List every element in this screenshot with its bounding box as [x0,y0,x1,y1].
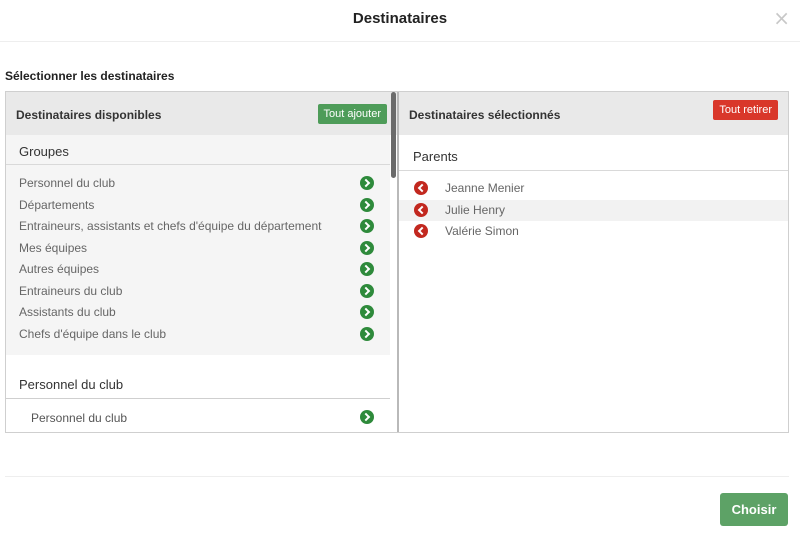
list-item-label: Personnel du club [19,176,116,190]
add-arrow-icon[interactable] [360,326,374,341]
list-item-label: Julie Henry [445,202,506,217]
groups-header: Groupes [6,135,390,165]
add-arrow-icon[interactable] [360,176,374,190]
list-item-label: Chefs d'équipe dans le club [19,326,167,341]
close-icon[interactable]: × [773,8,790,28]
list-item[interactable]: Entraineurs du club [6,281,390,303]
add-arrow-icon[interactable] [360,305,374,319]
add-arrow-icon[interactable] [360,262,374,276]
parents-header-label: Parents [413,149,458,164]
club-staff-header-label: Personnel du club [19,377,124,392]
available-recipients-panel: Destinataires disponibles Tout ajouter G… [6,92,397,432]
add-arrow-icon[interactable] [360,410,374,424]
list-item-label: Entraineurs du club [19,283,123,298]
add-arrow-icon[interactable] [360,197,374,212]
remove-arrow-icon[interactable] [414,202,428,217]
scrollbar-thumb[interactable] [391,92,396,178]
list-item-label: Assistants du club [19,305,116,319]
groups-header-label: Groupes [19,144,69,159]
list-item[interactable]: Autres équipes [6,259,390,281]
add-arrow-icon[interactable] [360,240,374,255]
groups-list: Personnel du club Départements Entraineu… [6,173,390,345]
selected-panel-title: Destinataires sélectionnés [409,108,561,122]
list-item[interactable]: Julie Henry [399,199,788,221]
list-item-label: Entraineurs, assistants et chefs d'équip… [19,219,322,233]
list-item-label: Personnel du club [31,411,128,425]
choose-button[interactable]: Choisir [720,493,788,526]
list-item[interactable]: Personnel du club [6,173,390,195]
club-staff-header: Personnel du club [6,362,390,399]
list-item[interactable]: Personnel du club [6,399,390,432]
list-item-label: Valérie Simon [445,224,519,238]
list-item[interactable]: Départements [6,195,390,217]
available-panel-header: Destinataires disponibles Tout ajouter [6,92,397,135]
section-label: Sélectionner les destinataires [5,69,175,83]
scrollbar[interactable] [390,92,397,432]
modal-header: Destinataires × [0,0,800,42]
selected-panel-header: Destinataires sélectionnés Tout retirer [399,92,788,135]
list-item-label: Départements [19,197,95,212]
parents-header: Parents [399,135,788,171]
available-panel-title: Destinataires disponibles [16,108,162,122]
list-item[interactable]: Chefs d'équipe dans le club [6,324,390,346]
selected-list: Jeanne Menier Julie Henry Valérie Simon [399,178,788,243]
list-item-label: Jeanne Menier [445,181,525,195]
list-item-label: Mes équipes [19,240,88,255]
list-item-label: Autres équipes [19,262,100,276]
add-arrow-icon[interactable] [360,283,374,298]
list-item[interactable]: Mes équipes [6,238,390,260]
modal-title: Destinataires [352,10,448,27]
list-item[interactable]: Jeanne Menier [399,178,788,200]
footer-divider [5,476,789,477]
groups-block: Groupes Personnel du club Départements E… [6,135,390,355]
remove-arrow-icon[interactable] [414,224,428,238]
add-arrow-icon[interactable] [360,219,374,233]
remove-all-button[interactable]: Tout retirer [713,100,778,120]
list-item[interactable]: Valérie Simon [399,221,788,243]
list-item[interactable]: Assistants du club [6,302,390,324]
selected-recipients-panel: Destinataires sélectionnés Tout retirer … [397,92,788,432]
recipient-panels: Destinataires disponibles Tout ajouter G… [5,91,789,433]
list-item[interactable]: Entraineurs, assistants et chefs d'équip… [6,216,390,238]
add-all-button[interactable]: Tout ajouter [317,104,387,124]
remove-arrow-icon[interactable] [414,181,428,195]
